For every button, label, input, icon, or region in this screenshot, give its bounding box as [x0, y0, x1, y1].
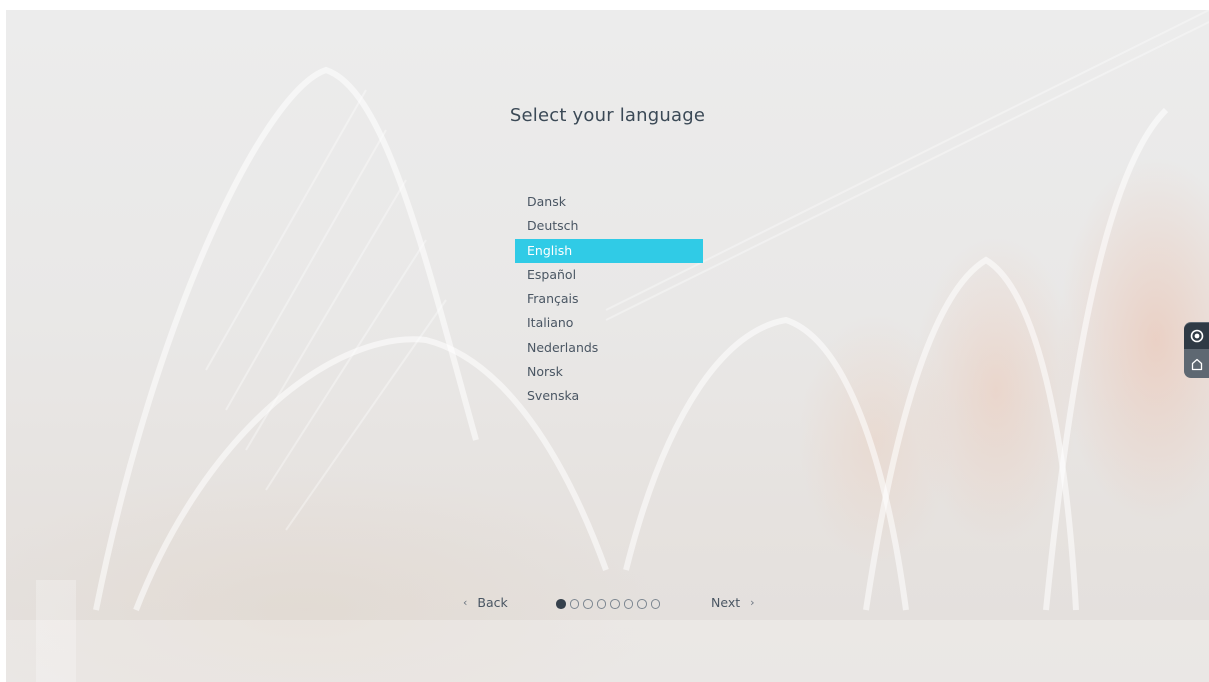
- step-dot: [623, 599, 633, 609]
- setup-screen: Select your language Dansk Deutsch Engli…: [6, 10, 1209, 682]
- step-dot: [650, 599, 660, 609]
- language-option-francais[interactable]: Français: [515, 287, 703, 311]
- record-icon: [1190, 329, 1203, 343]
- language-option-dansk[interactable]: Dansk: [515, 190, 703, 214]
- back-button-label: Back: [477, 595, 508, 610]
- wizard-footer: ‹ Back Next ›: [6, 595, 1209, 615]
- language-option-norsk[interactable]: Norsk: [515, 360, 703, 384]
- home-icon: [1191, 358, 1202, 371]
- next-button[interactable]: Next ›: [711, 595, 755, 610]
- side-toolbar: [1184, 322, 1209, 378]
- language-option-nederlands[interactable]: Nederlands: [515, 336, 703, 360]
- step-dot: [583, 599, 593, 609]
- step-dot: [610, 599, 620, 609]
- language-option-english[interactable]: English: [515, 238, 703, 263]
- language-option-espanol[interactable]: Español: [515, 263, 703, 287]
- language-option-svenska[interactable]: Svenska: [515, 384, 703, 408]
- step-dot-current: [556, 599, 566, 609]
- chevron-right-icon: ›: [750, 596, 755, 609]
- next-button-label: Next: [711, 595, 741, 610]
- language-option-deutsch[interactable]: Deutsch: [515, 214, 703, 238]
- page-title: Select your language: [509, 105, 706, 126]
- language-option-italiano[interactable]: Italiano: [515, 311, 703, 335]
- language-list: Dansk Deutsch English Español Français I…: [515, 190, 703, 409]
- chevron-left-icon: ‹: [463, 596, 468, 609]
- step-dot: [596, 599, 606, 609]
- step-dot: [637, 599, 647, 609]
- home-button[interactable]: [1184, 351, 1209, 377]
- step-dot: [569, 599, 579, 609]
- back-button[interactable]: ‹ Back: [463, 595, 508, 610]
- step-progress-indicator: [556, 599, 660, 609]
- record-button[interactable]: [1184, 323, 1209, 349]
